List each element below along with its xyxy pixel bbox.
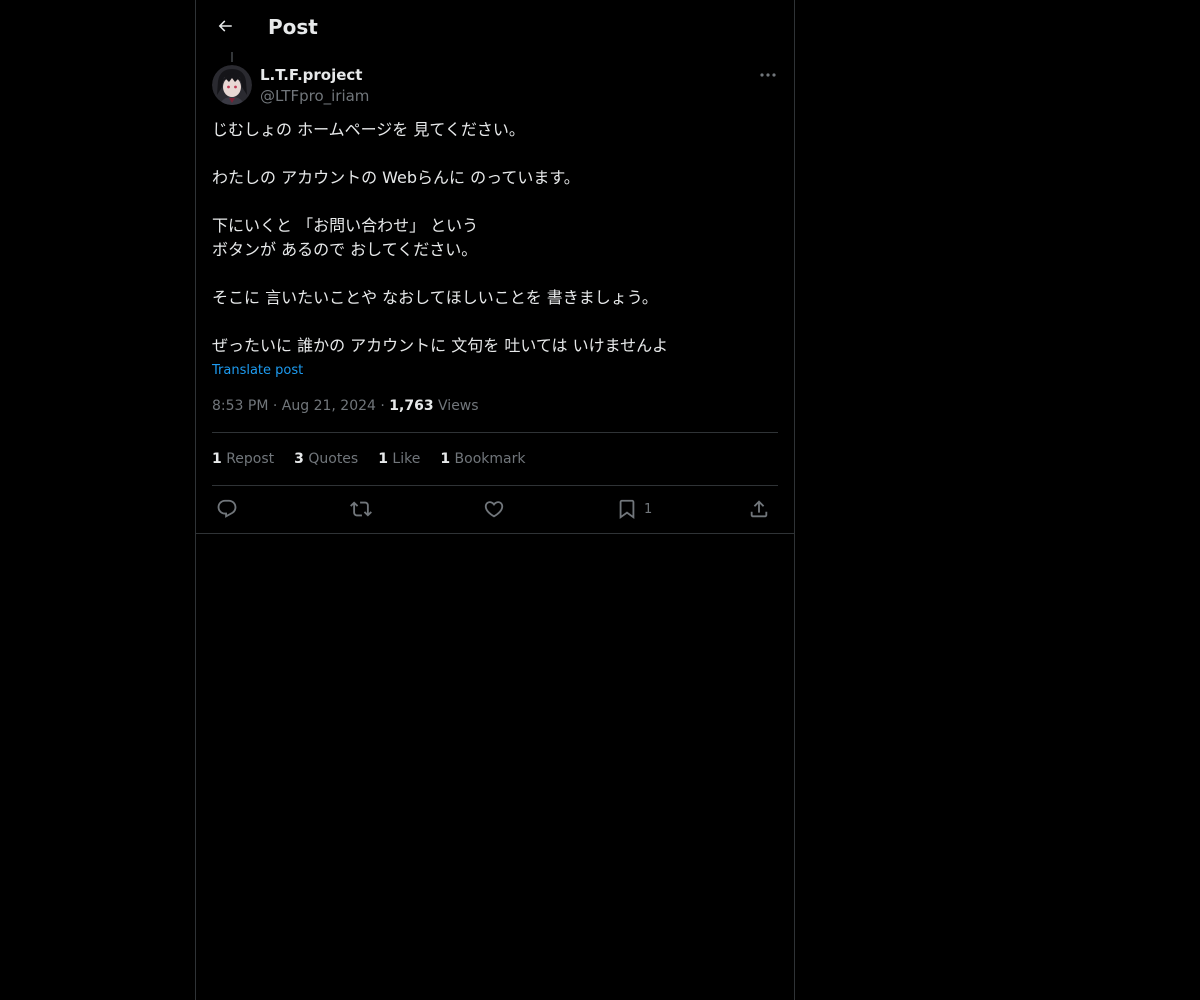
back-button[interactable] [208, 9, 242, 43]
post-text-line [212, 190, 778, 214]
meta-separator: · [272, 398, 278, 414]
views-count: 1,763 [389, 398, 434, 414]
heart-icon [483, 498, 505, 520]
post-meta: 8:53 PM · Aug 21, 2024 · 1,763 Views [212, 396, 479, 416]
more-options-button[interactable] [756, 64, 780, 86]
post-bottom-border [196, 533, 794, 534]
stat-quotes[interactable]: 3 Quotes [294, 449, 358, 469]
post-text: じむしょの ホームページを 見てください。 わたしの アカウントの Webらんに… [212, 118, 778, 358]
bookmark-icon [616, 498, 638, 520]
share-button[interactable] [748, 494, 770, 524]
translate-post-link[interactable]: Translate post [212, 361, 303, 381]
stat-bookmarks[interactable]: 1 Bookmark [440, 449, 525, 469]
post-text-line: そこに 言いたいことや なおしてほしいことを 書きましょう。 [212, 288, 658, 307]
post-text-line: わたしの アカウントの Webらんに のっています。 [212, 168, 580, 187]
post-text-line [212, 142, 778, 166]
reply-icon [216, 498, 238, 520]
author-display-name[interactable]: L.T.F.project [260, 65, 362, 85]
action-bar: 1 [212, 494, 778, 524]
views-label: Views [438, 398, 479, 414]
post-time[interactable]: 8:53 PM [212, 398, 268, 414]
arrow-left-icon [216, 17, 234, 35]
post-text-line: ぜったいに 誰かの アカウントに 文句を 吐いては いけませんよ [212, 336, 669, 355]
post-text-line [212, 262, 778, 286]
repost-button[interactable] [350, 494, 372, 524]
meta-separator: · [380, 398, 385, 414]
divider [212, 432, 778, 433]
repost-icon [350, 498, 372, 520]
page-title: Post [268, 15, 318, 39]
divider [212, 485, 778, 486]
bookmark-count: 1 [644, 501, 653, 517]
post-text-line: ボタンが あるので おしてください。 [212, 240, 478, 259]
post-text-line: 下にいくと 「お問い合わせ」 という [212, 216, 479, 235]
more-horizontal-icon [760, 73, 776, 77]
page-header: Post [196, 0, 794, 53]
stat-reposts[interactable]: 1 Repost [212, 449, 274, 469]
engagement-stats: 1 Repost 3 Quotes 1 Like 1 Bookmark [212, 449, 525, 469]
post-column: Post L.T.F.project @LTFpro_iriam じむしょの ホ… [195, 0, 795, 1000]
like-button[interactable] [483, 494, 505, 524]
thread-connector [231, 52, 233, 62]
post-date[interactable]: Aug 21, 2024 [282, 398, 376, 414]
bookmark-button[interactable]: 1 [616, 494, 652, 524]
reply-button[interactable] [216, 494, 238, 524]
author-handle[interactable]: @LTFpro_iriam [260, 86, 369, 106]
avatar[interactable] [212, 65, 252, 105]
stat-likes[interactable]: 1 Like [378, 449, 420, 469]
post-text-line [212, 310, 778, 334]
post-text-line: じむしょの ホームページを 見てください。 [212, 120, 525, 139]
share-icon [748, 498, 770, 520]
